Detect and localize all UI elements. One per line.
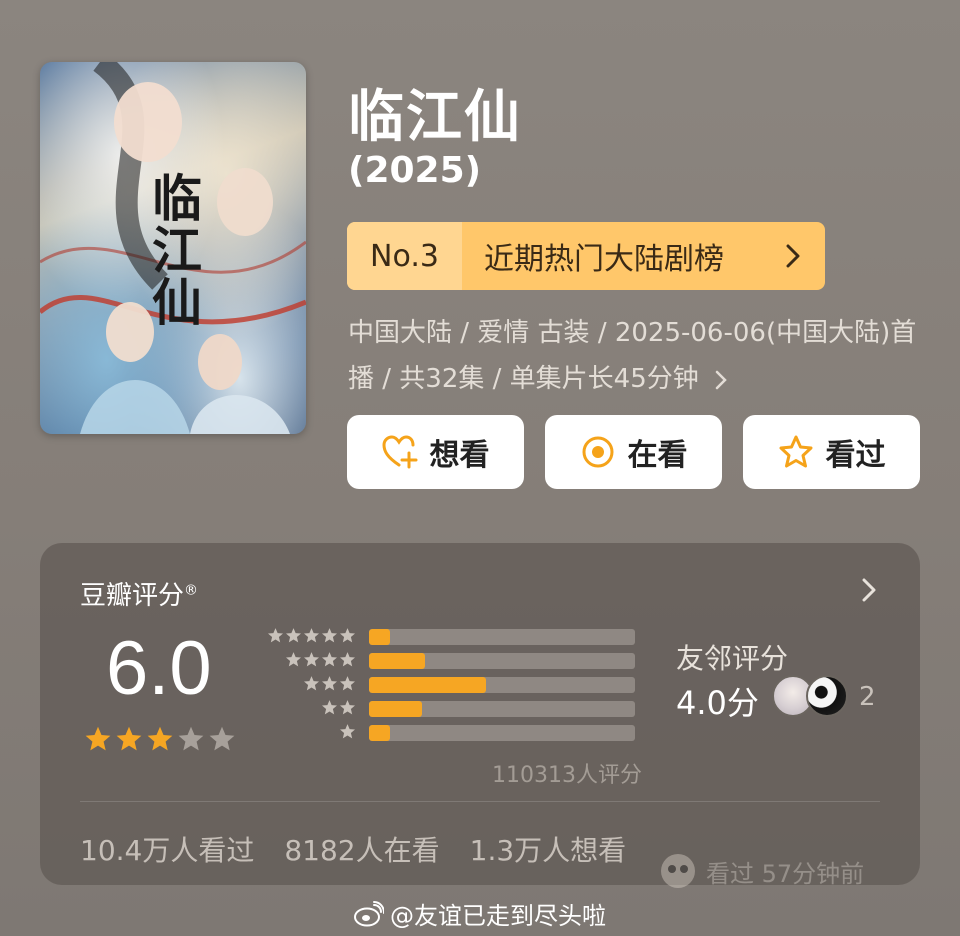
release-year: (2025) xyxy=(348,150,482,191)
activity-watermark: 看过 57分钟前 xyxy=(660,853,864,889)
star-icon xyxy=(303,676,320,691)
watched-button[interactable]: 看过 xyxy=(743,415,920,489)
bar-track xyxy=(369,653,635,669)
star-icon xyxy=(339,628,356,643)
user-avatar-icon xyxy=(661,854,695,888)
rating-title: 豆瓣评分® xyxy=(80,581,199,611)
bar-star-label xyxy=(321,699,356,716)
star-empty-icon xyxy=(209,726,235,751)
star-outline-icon xyxy=(778,434,814,470)
star-icon xyxy=(285,652,302,667)
bar-track xyxy=(369,629,635,645)
friend-avatars[interactable] xyxy=(772,675,852,717)
watched-count: 10.4万人看过 xyxy=(80,834,255,867)
rank-list-name: 近期热门大陆剧榜 xyxy=(484,242,724,277)
star-icon xyxy=(339,676,356,691)
poster-image[interactable]: 临江仙 xyxy=(40,62,306,434)
watched-label: 看过 xyxy=(825,438,886,473)
friend-rating-score: 4.0分 xyxy=(676,684,759,722)
avatar xyxy=(806,675,848,717)
page-title: 临江仙 xyxy=(348,85,522,150)
star-icon xyxy=(303,628,320,643)
rating-bar-2-star xyxy=(262,699,642,719)
bar-track xyxy=(369,701,635,717)
want-to-watch-label: 想看 xyxy=(429,438,490,473)
want-to-watch-button[interactable]: 想看 xyxy=(347,415,524,489)
star-icon xyxy=(321,700,338,715)
bar-track xyxy=(369,725,635,741)
bar-track xyxy=(369,677,635,693)
bar-fill xyxy=(369,677,487,693)
chevron-right-icon xyxy=(715,370,727,389)
star-empty-icon xyxy=(178,726,204,751)
star-filled-icon xyxy=(116,726,142,751)
star-icon xyxy=(267,628,284,643)
watching-button[interactable]: 在看 xyxy=(545,415,722,489)
star-icon xyxy=(321,652,338,667)
activity-text: 看过 57分钟前 xyxy=(706,859,865,888)
star-icon xyxy=(303,652,320,667)
meta-text: 中国大陆 / 爱情 古装 / 2025-06-06(中国大陆)首播 / 共32集… xyxy=(348,318,917,394)
bar-star-label xyxy=(339,723,356,740)
rating-bar-3-star xyxy=(262,675,642,695)
target-icon xyxy=(580,434,616,470)
star-icon xyxy=(339,652,356,667)
bar-fill xyxy=(369,653,425,669)
rating-bar-1-star xyxy=(262,723,642,743)
rating-score: 6.0 xyxy=(106,626,212,711)
star-icon xyxy=(339,724,356,739)
rank-number: No.3 xyxy=(347,222,462,290)
star-icon xyxy=(321,676,338,691)
weibo-logo-icon xyxy=(354,900,384,926)
friend-count: 2 xyxy=(859,682,876,712)
want-count: 1.3万人想看 xyxy=(469,834,627,867)
rating-bar-5-star xyxy=(262,627,642,647)
poster-title: 临江仙 xyxy=(144,172,203,328)
watching-count: 8182人在看 xyxy=(284,834,440,867)
rank-banner[interactable]: No.3 近期热门大陆剧榜 xyxy=(347,222,825,290)
star-icon xyxy=(321,628,338,643)
chevron-right-icon xyxy=(786,244,800,268)
star-filled-icon xyxy=(147,726,173,751)
star-filled-icon xyxy=(85,726,111,751)
divider xyxy=(80,801,880,802)
rating-bar-4-star xyxy=(262,651,642,671)
weibo-handle: @友谊已走到尽头啦 xyxy=(390,902,606,930)
bar-fill xyxy=(369,629,391,645)
weibo-watermark: @友谊已走到尽头啦 xyxy=(0,896,960,931)
watching-label: 在看 xyxy=(627,438,688,473)
heart-plus-icon xyxy=(381,434,418,470)
chevron-right-icon[interactable] xyxy=(862,577,876,603)
bar-star-label xyxy=(303,675,356,692)
star-icon xyxy=(285,628,302,643)
meta-info[interactable]: 中国大陆 / 爱情 古装 / 2025-06-06(中国大陆)首播 / 共32集… xyxy=(348,310,918,402)
star-icon xyxy=(339,700,356,715)
bar-fill xyxy=(369,701,423,717)
rating-stars xyxy=(84,725,236,753)
bar-star-label xyxy=(267,627,356,644)
friend-rating-label: 友邻评分 xyxy=(676,642,789,675)
rating-card[interactable]: 豆瓣评分® 6.0 110313人评分 友邻评分 4.0分 2 10.4万人看过… xyxy=(40,543,920,888)
watch-stats: 10.4万人看过 8182人在看 1.3万人想看 xyxy=(80,829,626,869)
bar-star-label xyxy=(285,651,356,668)
bar-fill xyxy=(369,725,391,741)
vote-count: 110313人评分 xyxy=(492,763,642,788)
registered-mark: ® xyxy=(184,582,199,599)
